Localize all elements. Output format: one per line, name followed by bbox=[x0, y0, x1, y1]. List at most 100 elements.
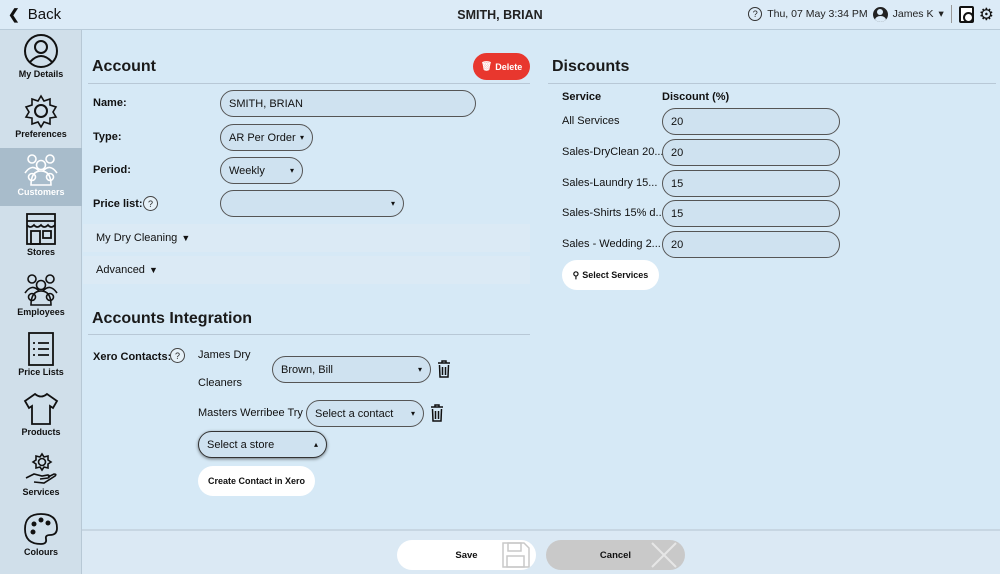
user-icon[interactable] bbox=[872, 6, 888, 22]
help-icon[interactable]: ? bbox=[170, 348, 185, 363]
user-circle-icon bbox=[24, 34, 58, 68]
divider bbox=[88, 334, 530, 335]
back-button[interactable]: ❮ Back bbox=[8, 6, 61, 23]
expander-label: My Dry Cleaning bbox=[96, 232, 178, 244]
sidebar-item-my-details[interactable]: My Details bbox=[0, 30, 82, 88]
caret-down-icon: ▼ bbox=[181, 233, 191, 243]
customers-group-icon bbox=[24, 154, 58, 186]
back-chevron-icon: ❮ bbox=[8, 6, 20, 22]
sidebar-item-label: Services bbox=[22, 487, 60, 497]
name-label: Name: bbox=[93, 97, 127, 109]
discount-value[interactable] bbox=[671, 146, 831, 159]
select-services-label: Select Services bbox=[582, 270, 649, 280]
sidebar-item-label: Stores bbox=[26, 247, 55, 257]
user-name[interactable]: James K bbox=[893, 8, 934, 20]
trash-icon: 🗑 bbox=[480, 61, 493, 71]
price-list-label: Price list: bbox=[93, 198, 143, 210]
trash-icon[interactable] bbox=[430, 404, 444, 422]
delete-button[interactable]: 🗑 Delete bbox=[473, 53, 530, 80]
sidebar-item-label: Price Lists bbox=[18, 367, 64, 377]
discount-value[interactable] bbox=[671, 238, 831, 251]
cancel-button[interactable]: Cancel bbox=[546, 540, 685, 570]
sidebar-item-employees[interactable]: Employees bbox=[0, 268, 82, 326]
store-select[interactable]: Select a store ▴ bbox=[198, 431, 327, 458]
discount-value[interactable] bbox=[671, 177, 831, 190]
sidebar-item-services[interactable]: Services bbox=[0, 448, 82, 506]
chevron-down-icon: ▾ bbox=[417, 365, 422, 374]
select-services-button[interactable]: ⚲ Select Services bbox=[562, 260, 659, 290]
discount-service-name: All Services bbox=[562, 115, 620, 127]
sidebar-item-label: Employees bbox=[17, 307, 65, 317]
gear-icon[interactable]: ⚙ bbox=[979, 6, 994, 23]
discount-input[interactable] bbox=[662, 170, 840, 197]
delete-label: Delete bbox=[495, 61, 523, 72]
discount-input[interactable] bbox=[662, 108, 840, 135]
account-heading: Account bbox=[92, 58, 156, 75]
user-menu-caret[interactable]: ▾ bbox=[938, 8, 943, 20]
price-list-select[interactable]: ▾ bbox=[220, 190, 404, 217]
sidebar-item-products[interactable]: Products bbox=[0, 388, 82, 446]
discount-input[interactable] bbox=[662, 200, 840, 227]
chevron-down-icon: ▾ bbox=[299, 133, 304, 142]
help-icon[interactable]: ? bbox=[748, 7, 763, 21]
caret-down-icon: ▼ bbox=[148, 265, 158, 275]
chevron-up-icon: ▴ bbox=[313, 440, 318, 449]
chevron-down-icon: ▾ bbox=[390, 199, 395, 208]
name-field[interactable] bbox=[220, 90, 476, 117]
discount-input[interactable] bbox=[662, 139, 840, 166]
top-bar: ❮ Back SMITH, BRIAN ? Thu, 07 May 3:34 P… bbox=[0, 0, 1000, 30]
period-label: Period: bbox=[93, 164, 131, 176]
period-value: Weekly bbox=[229, 164, 265, 177]
sidebar-item-preferences[interactable]: Preferences bbox=[0, 90, 82, 148]
discount-service-name: Sales - Wedding 2... bbox=[562, 238, 661, 250]
gear-outline-icon bbox=[24, 94, 58, 129]
sidebar-item-label: Customers bbox=[17, 187, 65, 197]
save-button[interactable]: Save bbox=[397, 540, 536, 570]
sidebar-item-stores[interactable]: Stores bbox=[0, 208, 82, 266]
xero-contact-value: Select a contact bbox=[315, 407, 394, 420]
close-icon bbox=[651, 542, 677, 568]
trash-icon[interactable] bbox=[437, 360, 451, 378]
expander-label: Advanced bbox=[96, 264, 145, 276]
name-input[interactable] bbox=[229, 97, 467, 110]
floppy-disk-icon bbox=[502, 542, 530, 568]
sidebar-item-colours[interactable]: Colours bbox=[0, 508, 82, 566]
service-column-header: Service bbox=[562, 91, 602, 103]
xero-contact-value: Brown, Bill bbox=[281, 363, 333, 376]
hand-gear-icon bbox=[25, 452, 57, 484]
sidebar-item-label: Preferences bbox=[15, 129, 67, 139]
xero-contact-select[interactable]: Select a contact ▾ bbox=[306, 400, 424, 427]
price-list-icon bbox=[28, 332, 54, 366]
discount-value[interactable] bbox=[671, 115, 831, 128]
store-name-line1: James Dry bbox=[198, 349, 251, 361]
discount-service-name: Sales-Shirts 15% d... bbox=[562, 207, 665, 219]
search-icon: ⚲ bbox=[572, 269, 580, 280]
discount-service-name: Sales-Laundry 15... bbox=[562, 177, 658, 189]
store-select-value: Select a store bbox=[207, 438, 275, 451]
xero-contact-select[interactable]: Brown, Bill ▾ bbox=[272, 356, 431, 383]
discount-input[interactable] bbox=[662, 231, 840, 258]
back-label: Back bbox=[27, 6, 62, 23]
sidebar-item-customers[interactable]: Customers bbox=[0, 148, 82, 206]
divider bbox=[950, 5, 952, 23]
type-label: Type: bbox=[93, 131, 122, 143]
top-right-controls: ? Thu, 07 May 3:34 PM James K ▾ ⚙ bbox=[748, 5, 994, 23]
datetime: Thu, 07 May 3:34 PM bbox=[767, 8, 868, 20]
palette-icon bbox=[24, 513, 58, 545]
accounts-integration-heading: Accounts Integration bbox=[92, 310, 253, 327]
sidebar-item-price-lists[interactable]: Price Lists bbox=[0, 328, 82, 386]
type-select[interactable]: AR Per Order ▾ bbox=[220, 124, 313, 151]
store-name-line2: Cleaners bbox=[198, 377, 243, 389]
discount-column-header: Discount (%) bbox=[662, 91, 730, 103]
divider bbox=[88, 83, 530, 84]
washing-machine-icon[interactable] bbox=[958, 5, 974, 23]
type-value: AR Per Order bbox=[229, 131, 296, 144]
create-contact-button[interactable]: Create Contact in Xero bbox=[198, 466, 315, 496]
discount-value[interactable] bbox=[671, 207, 831, 220]
advanced-expander[interactable]: Advanced ▼ bbox=[83, 256, 530, 284]
my-dry-cleaning-expander[interactable]: My Dry Cleaning ▼ bbox=[83, 224, 530, 252]
chevron-down-icon: ▾ bbox=[289, 166, 294, 175]
discounts-heading: Discounts bbox=[552, 58, 630, 75]
help-icon[interactable]: ? bbox=[143, 196, 158, 211]
period-select[interactable]: Weekly ▾ bbox=[220, 157, 303, 184]
